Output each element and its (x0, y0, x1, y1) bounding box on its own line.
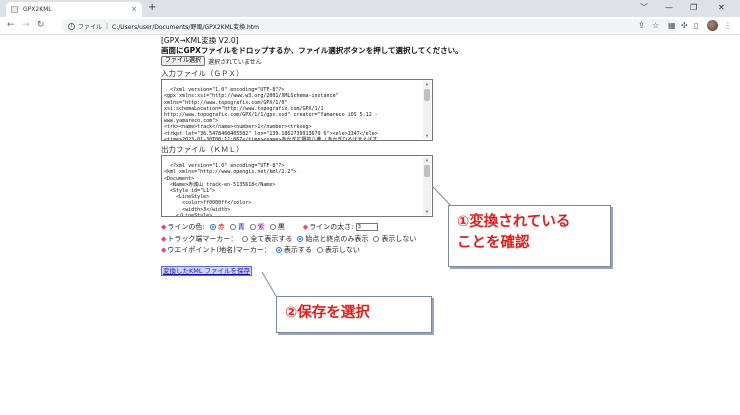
confirm-callout: ①変換されている ことを確認 (448, 205, 611, 267)
callout-pointers (261, 185, 456, 297)
save-callout: ②保存を選択 (276, 296, 432, 333)
confirm-callout-line1: ①変換されている (457, 214, 571, 230)
save-callout-text: ②保存を選択 (285, 305, 370, 321)
save-pointer-line (261, 271, 277, 297)
confirm-callout-line2: ことを確認 (457, 235, 530, 251)
